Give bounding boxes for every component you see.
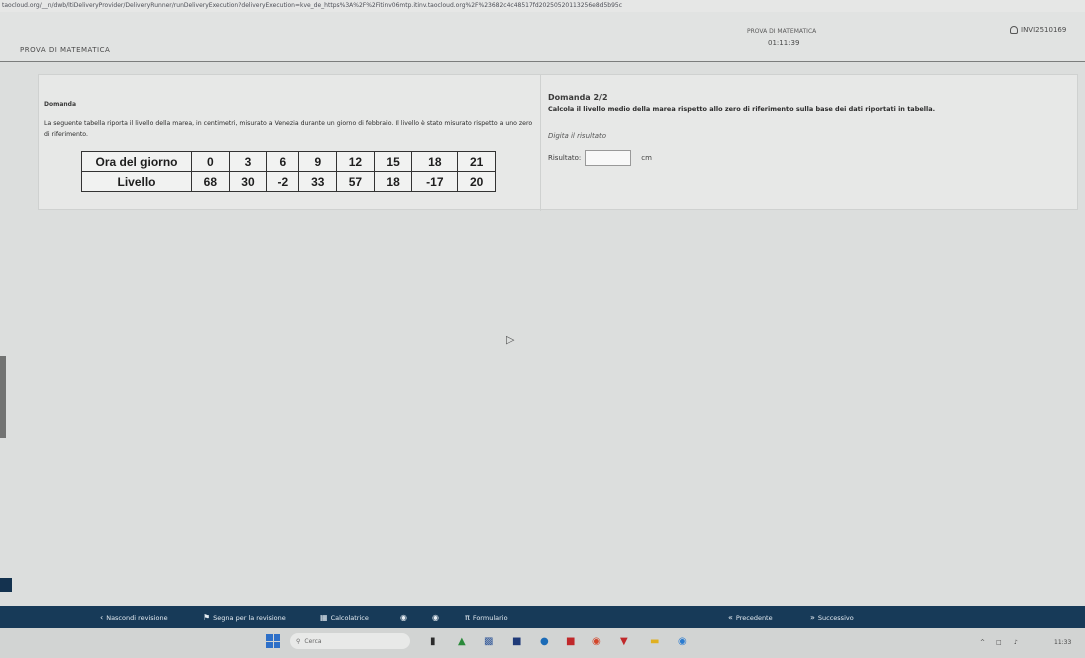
app-icon[interactable]: ▲: [458, 636, 466, 647]
table-row-label: Livello: [81, 171, 192, 192]
exam-title: PROVA DI MATEMATICA: [747, 28, 817, 35]
search-icon: ⚲: [296, 637, 301, 645]
question-stimulus: Domanda La seguente tabella riporta il l…: [39, 75, 541, 211]
formulary-button[interactable]: π Formulario: [465, 613, 508, 622]
tray-chevron-icon[interactable]: ^: [980, 639, 985, 646]
unit-label: cm: [641, 154, 652, 162]
table-cell: 6: [266, 151, 300, 172]
table-cell: 30: [228, 171, 268, 192]
answer-pane: Domanda 2/2 Calcola il livello medio del…: [542, 75, 1079, 211]
table-cell: 20: [457, 171, 496, 192]
table-cell: 0: [191, 151, 230, 172]
table-row: Livello 68 30 -2 33 57 18 -17 20: [81, 171, 496, 192]
pi-icon: π: [465, 613, 470, 622]
chrome-icon[interactable]: ◉: [592, 636, 601, 647]
flag-review-button[interactable]: ⚑ Segna per la revisione: [203, 613, 286, 622]
navigation-toolbar: ‹ Nascondi revisione ⚑ Segna per la revi…: [0, 606, 1085, 628]
table-cell: 68: [191, 171, 230, 192]
user-icon: [1010, 26, 1018, 34]
answer-instruction: Digita il risultato: [548, 132, 607, 140]
windows-start-icon[interactable]: [266, 634, 280, 648]
network-icon[interactable]: □: [996, 639, 1002, 646]
tool-button-2[interactable]: ◉: [432, 613, 439, 622]
previous-button[interactable]: « Precedente: [728, 613, 773, 622]
calculator-button[interactable]: ▦ Calcolatrice: [320, 613, 369, 622]
previous-icon: «: [728, 613, 733, 622]
table-header-label: Ora del giorno: [81, 151, 192, 172]
app-icon[interactable]: ■: [512, 636, 521, 647]
result-row: Risultato: cm: [548, 150, 652, 166]
clock[interactable]: 11:33: [1054, 639, 1071, 646]
app-icon[interactable]: ▩: [484, 636, 493, 647]
tool-button-1[interactable]: ◉: [400, 613, 407, 622]
next-icon: »: [810, 613, 815, 622]
table-cell: 12: [336, 151, 375, 172]
table-cell: 9: [298, 151, 338, 172]
app-header: PROVA DI MATEMATICA PROVA DI MATEMATICA …: [0, 12, 1085, 62]
answer-prompt: Calcola il livello medio della marea ris…: [548, 105, 936, 113]
table-row: Ora del giorno 0 3 6 9 12 15 18 21: [81, 151, 496, 172]
user-info: INVI2510169: [1010, 26, 1066, 34]
target-icon: ◉: [432, 613, 439, 622]
shield-icon[interactable]: ▼: [620, 636, 628, 647]
side-panel-toggle[interactable]: [0, 578, 12, 592]
flag-icon: ⚑: [203, 613, 211, 622]
table-cell: -17: [411, 171, 459, 192]
volume-icon[interactable]: ♪: [1014, 639, 1018, 646]
result-label: Risultato:: [548, 154, 582, 162]
table-cell: 15: [373, 151, 413, 172]
target-icon: ◉: [400, 613, 407, 622]
table-cell: 3: [228, 151, 268, 172]
question-heading: Domanda: [44, 101, 77, 108]
browser-icon[interactable]: ●: [540, 636, 549, 647]
app-icon[interactable]: ■: [566, 636, 575, 647]
table-cell: 33: [298, 171, 338, 192]
calculator-icon: ▦: [320, 613, 328, 622]
hide-review-button[interactable]: ‹ Nascondi revisione: [100, 613, 168, 622]
question-text: La seguente tabella riporta il livello d…: [44, 120, 533, 138]
answer-heading: Domanda 2/2: [548, 93, 608, 102]
next-button[interactable]: » Successivo: [810, 613, 854, 622]
user-id: INVI2510169: [1021, 26, 1067, 34]
table-cell: 21: [457, 151, 496, 172]
table-cell: 18: [411, 151, 459, 172]
scrollbar[interactable]: [0, 356, 6, 438]
question-panel: Domanda La seguente tabella riporta il l…: [38, 74, 1079, 211]
chevron-left-icon: ‹: [100, 613, 104, 622]
tide-table: Ora del giorno 0 3 6 9 12 15 18 21 Livel…: [81, 151, 496, 192]
taskbar-search[interactable]: ⚲ Cerca: [290, 633, 410, 649]
app-name: PROVA DI MATEMATICA: [20, 46, 111, 54]
app-icon[interactable]: ◉: [678, 636, 687, 647]
exam-timer: 01:11:39: [768, 39, 800, 47]
result-input[interactable]: [585, 150, 632, 166]
table-cell: 18: [373, 171, 413, 192]
browser-url-bar[interactable]: taocloud.org/__n/dwb/ltiDeliveryProvider…: [0, 0, 1085, 12]
task-view-icon[interactable]: ▮: [430, 636, 436, 647]
table-cell: 57: [336, 171, 375, 192]
folder-icon[interactable]: ▬: [650, 636, 659, 647]
os-taskbar: ⚲ Cerca ▮ ▲ ▩ ■ ● ■ ◉ ▼ ▬ ◉ ^ □ ♪ 11:33: [0, 628, 1085, 658]
mouse-cursor-icon: ▷: [506, 333, 515, 346]
table-cell: -2: [266, 171, 300, 192]
